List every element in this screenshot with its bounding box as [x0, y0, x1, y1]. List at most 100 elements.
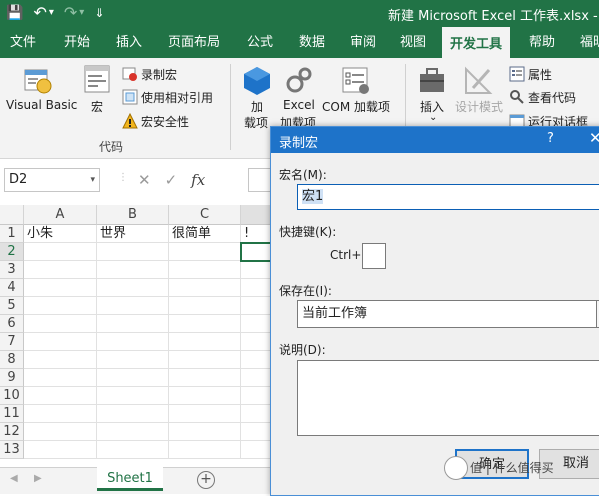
row-header[interactable]: 4: [0, 279, 24, 297]
cell[interactable]: [24, 405, 97, 423]
prev-sheet-icon[interactable]: ◀: [10, 473, 18, 484]
cell[interactable]: [169, 297, 241, 315]
add-sheet-icon[interactable]: +: [197, 471, 215, 489]
tab-view[interactable]: 视图: [398, 27, 428, 58]
insert-function-icon[interactable]: fx: [191, 168, 205, 192]
column-header[interactable]: B: [97, 205, 169, 225]
cell[interactable]: [97, 351, 169, 369]
cell[interactable]: [241, 261, 271, 279]
cell-a1[interactable]: 小朱: [24, 225, 97, 243]
column-header[interactable]: C: [169, 205, 241, 225]
cell[interactable]: [169, 279, 241, 297]
help-icon[interactable]: ?: [547, 131, 554, 146]
sheet-tab-sheet1[interactable]: Sheet1: [97, 467, 163, 491]
cell[interactable]: [169, 387, 241, 405]
cell[interactable]: [169, 369, 241, 387]
tab-home[interactable]: 开始: [62, 27, 92, 58]
row-header[interactable]: 9: [0, 369, 24, 387]
cell[interactable]: [241, 423, 271, 441]
row-header[interactable]: 3: [0, 261, 24, 279]
cell[interactable]: [169, 441, 241, 459]
chevron-down-icon[interactable]: ▾: [90, 169, 95, 191]
cell[interactable]: [169, 351, 241, 369]
cell[interactable]: [24, 297, 97, 315]
tab-data[interactable]: 数据: [297, 27, 327, 58]
row-header[interactable]: 8: [0, 351, 24, 369]
cell[interactable]: [241, 315, 271, 333]
column-header[interactable]: [241, 205, 271, 225]
customize-qat-icon[interactable]: ⇓: [94, 3, 104, 23]
cell[interactable]: [24, 441, 97, 459]
cell[interactable]: [24, 279, 97, 297]
cell[interactable]: [97, 405, 169, 423]
visual-basic-button[interactable]: Visual Basic: [6, 98, 77, 112]
cell[interactable]: [241, 369, 271, 387]
cell[interactable]: [241, 351, 271, 369]
cell[interactable]: [24, 351, 97, 369]
row-header[interactable]: 10: [0, 387, 24, 405]
shortcut-key-input[interactable]: [362, 243, 386, 269]
tab-developer[interactable]: 开发工具: [442, 27, 511, 58]
cell[interactable]: [24, 243, 97, 261]
redo-icon[interactable]: ↷: [64, 3, 77, 23]
view-code-button[interactable]: 查看代码: [528, 89, 576, 106]
cell[interactable]: [24, 423, 97, 441]
cell[interactable]: [97, 243, 169, 261]
cell-c1[interactable]: 很简单: [169, 225, 241, 243]
addins-button-line2[interactable]: 载项: [244, 114, 268, 131]
visual-basic-icon[interactable]: [22, 64, 54, 99]
row-header[interactable]: 13: [0, 441, 24, 459]
cell[interactable]: [241, 333, 271, 351]
row-header[interactable]: 11: [0, 405, 24, 423]
cancel-formula-icon[interactable]: ✕: [138, 168, 151, 192]
com-addins-icon[interactable]: [341, 66, 371, 99]
cell[interactable]: [97, 315, 169, 333]
undo-icon[interactable]: ↶: [33, 3, 46, 23]
cell-b1[interactable]: 世界: [97, 225, 169, 243]
row-header[interactable]: 6: [0, 315, 24, 333]
redo-dropdown-icon[interactable]: ▾: [79, 3, 84, 23]
cell[interactable]: [97, 423, 169, 441]
properties-button[interactable]: 属性: [528, 66, 552, 83]
row-header[interactable]: 12: [0, 423, 24, 441]
cell[interactable]: [97, 441, 169, 459]
cell[interactable]: [24, 315, 97, 333]
cell[interactable]: [97, 297, 169, 315]
select-all-corner[interactable]: [0, 205, 24, 225]
macros-icon[interactable]: [83, 64, 111, 97]
cell[interactable]: [169, 423, 241, 441]
cell[interactable]: [241, 297, 271, 315]
enter-formula-icon[interactable]: ✓: [165, 168, 178, 192]
excel-addins-button[interactable]: Excel: [283, 98, 315, 112]
com-addins-button[interactable]: COM 加载项: [322, 98, 390, 115]
tab-insert[interactable]: 插入: [114, 27, 144, 58]
dialog-title-bar[interactable]: 录制宏 ? ✕: [271, 127, 599, 153]
tab-review[interactable]: 审阅: [348, 27, 378, 58]
use-relative-reference-button[interactable]: 使用相对引用: [141, 89, 213, 106]
close-icon[interactable]: ✕: [589, 129, 599, 147]
column-header[interactable]: A: [24, 205, 97, 225]
row-header[interactable]: 2: [0, 243, 24, 261]
cell[interactable]: [24, 261, 97, 279]
cell[interactable]: [169, 315, 241, 333]
macros-button[interactable]: 宏: [91, 98, 103, 115]
cell[interactable]: [241, 387, 271, 405]
cell[interactable]: [97, 261, 169, 279]
record-macro-button[interactable]: 录制宏: [141, 66, 177, 83]
undo-dropdown-icon[interactable]: ▾: [49, 3, 54, 23]
cell[interactable]: [97, 333, 169, 351]
cell[interactable]: [97, 387, 169, 405]
next-sheet-icon[interactable]: ▶: [34, 473, 42, 484]
row-header[interactable]: 1: [0, 225, 24, 243]
store-macro-in-select[interactable]: 当前工作簿: [297, 300, 599, 328]
name-box[interactable]: D2 ▾: [4, 168, 100, 192]
active-cell-d2[interactable]: [240, 242, 272, 262]
cell[interactable]: [24, 387, 97, 405]
tab-formulas[interactable]: 公式: [245, 27, 275, 58]
tab-help[interactable]: 帮助: [527, 27, 557, 58]
macro-name-input[interactable]: 宏1: [297, 184, 599, 210]
cell[interactable]: [241, 441, 271, 459]
cell[interactable]: [24, 369, 97, 387]
save-icon[interactable]: 💾: [6, 3, 23, 23]
chevron-down-icon[interactable]: ⌄: [429, 112, 437, 123]
